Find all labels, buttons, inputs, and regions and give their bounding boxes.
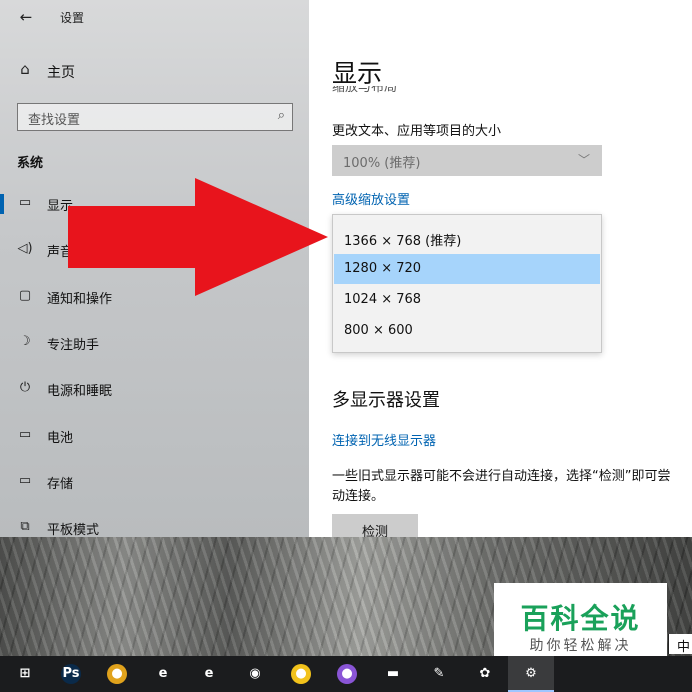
sidebar-item-4[interactable]: ⏻ 电源和睡眠 — [0, 371, 309, 407]
sidebar-item-3[interactable]: ☽ 专注助手 — [0, 325, 309, 361]
folder-icon: ▬ — [386, 666, 400, 681]
taskbar-item-8[interactable]: ▬ — [370, 656, 416, 692]
resolution-option[interactable]: 1024 × 768 — [334, 285, 600, 315]
scale-value: 100% (推荐) — [343, 156, 421, 171]
resolution-option-label: 1024 × 768 — [344, 292, 422, 307]
taskbar-item-11[interactable]: ⚙ — [508, 656, 554, 692]
resolution-option-label: 1366 × 768 (推荐) — [344, 234, 462, 249]
resolution-dropdown-list: 1366 × 768 (推荐) 1280 × 720 1024 × 768 800 ×… — [332, 214, 602, 353]
title-bar: ← 设置 — [0, 0, 309, 34]
taskbar-item-4[interactable]: e — [186, 656, 232, 692]
advanced-scale-link[interactable]: 高级缩放设置 — [332, 189, 410, 208]
storage-icon: ▭ — [18, 473, 32, 488]
sidebar-item-home[interactable]: ⌂ 主页 — [0, 56, 309, 86]
monitor-icon: ▭ — [18, 195, 32, 210]
sidebar-item-label: 电池 — [47, 431, 74, 446]
detect-description-line: 动连接。 — [332, 489, 385, 504]
resolution-option-label: 1280 × 720 — [344, 261, 422, 276]
sidebar-item-6[interactable]: ▭ 存储 — [0, 464, 309, 500]
chevron-down-icon: ﹀ — [577, 153, 590, 167]
broom-icon: ✎ — [433, 666, 445, 681]
taskbar-item-1[interactable]: Ps — [48, 656, 94, 692]
sidebar-item-label: 专注助手 — [47, 338, 100, 353]
taskbar: ⊞ Ps ● e e ◉ ● ● ▬ ✎ ✿ ⚙ — [0, 656, 692, 692]
scale-dropdown[interactable]: 100% (推荐) ﹀ — [332, 145, 602, 176]
ime-indicator[interactable]: 中 — [668, 634, 692, 655]
taskbar-item-2[interactable]: ● — [94, 656, 140, 692]
ime-label: 中 — [677, 640, 691, 655]
qq-icon: ◉ — [249, 666, 261, 681]
search-placeholder: 查找设置 — [28, 113, 81, 128]
sidebar-item-label: 平板模式 — [47, 523, 100, 537]
resolution-option-label: 800 × 600 — [344, 323, 413, 338]
notification-icon: ▢ — [18, 288, 32, 303]
watermark-subtitle: 助你轻松解决 — [529, 638, 632, 654]
page-title: 显示 — [332, 59, 383, 88]
sidebar-item-7[interactable]: ⧉ 平板模式 — [0, 510, 309, 537]
battery-icon: ▭ — [18, 427, 32, 442]
edge-icon: e — [204, 666, 214, 681]
resolution-option[interactable]: 1280 × 720 — [334, 254, 600, 284]
taskbar-item-0[interactable]: ⊞ — [2, 656, 48, 692]
window-title: 设置 — [60, 11, 85, 25]
home-icon: ⌂ — [20, 60, 30, 78]
moon-icon: ☽ — [19, 334, 31, 349]
taskbar-item-7[interactable]: ● — [324, 656, 370, 692]
taskbar-item-9[interactable]: ✎ — [416, 656, 462, 692]
resolution-option[interactable]: 1366 × 768 (推荐) — [334, 223, 600, 253]
red-arrow-annotation — [68, 178, 328, 296]
taskbar-item-6[interactable]: ● — [278, 656, 324, 692]
power-icon: ⏻ — [19, 380, 31, 395]
search-icon: ⌕ — [277, 108, 285, 123]
app-icon-green: ● — [291, 664, 311, 684]
paint-icon: ✿ — [479, 666, 491, 681]
scale-label: 更改文本、应用等项目的大小 — [332, 124, 502, 139]
scale-layout-heading: 缩放与布局 — [332, 86, 398, 95]
watermark: 百科全说 助你轻松解决 — [494, 583, 667, 656]
multi-display-heading: 多显示器设置 — [332, 390, 440, 411]
detect-button-label: 检测 — [361, 525, 388, 537]
section-label: 系统 — [17, 156, 44, 171]
start-icon: ⊞ — [19, 666, 31, 681]
speaker-icon: ◁) — [17, 241, 33, 256]
detect-button[interactable]: 检测 — [332, 514, 418, 537]
sidebar-item-label: 主页 — [47, 65, 75, 81]
taskbar-item-5[interactable]: ◉ — [232, 656, 278, 692]
back-arrow-icon[interactable]: ← — [14, 6, 38, 28]
wireless-display-link[interactable]: 连接到无线显示器 — [332, 430, 436, 449]
sidebar-item-label: 电源和睡眠 — [47, 384, 113, 399]
main-content: 显示 缩放与布局 更改文本、应用等项目的大小 100% (推荐) ﹀ 高级缩放设… — [309, 0, 692, 537]
taskbar-item-3[interactable]: e — [140, 656, 186, 692]
detect-description: 一些旧式显示器可能不会进行自动连接，选择“检测”即可尝 动连接。 — [332, 467, 692, 507]
red-arrow-shape — [68, 178, 328, 296]
ie-icon: e — [158, 666, 168, 681]
detect-description-line: 一些旧式显示器可能不会进行自动连接，选择“检测”即可尝 — [332, 469, 671, 484]
watermark-title: 百科全说 — [520, 602, 641, 635]
balloon-icon: ● — [337, 664, 357, 684]
chrome-icon: ● — [107, 664, 127, 684]
photoshop-icon: Ps — [61, 664, 81, 684]
sidebar-item-5[interactable]: ▭ 电池 — [0, 418, 309, 454]
resolution-option[interactable]: 800 × 600 — [334, 316, 600, 346]
tablet-icon: ⧉ — [20, 519, 30, 534]
settings-icon: ⚙ — [525, 666, 537, 681]
sidebar-item-label: 存储 — [47, 477, 74, 492]
taskbar-item-10[interactable]: ✿ — [462, 656, 508, 692]
search-input[interactable]: 查找设置 ⌕ — [17, 103, 293, 131]
